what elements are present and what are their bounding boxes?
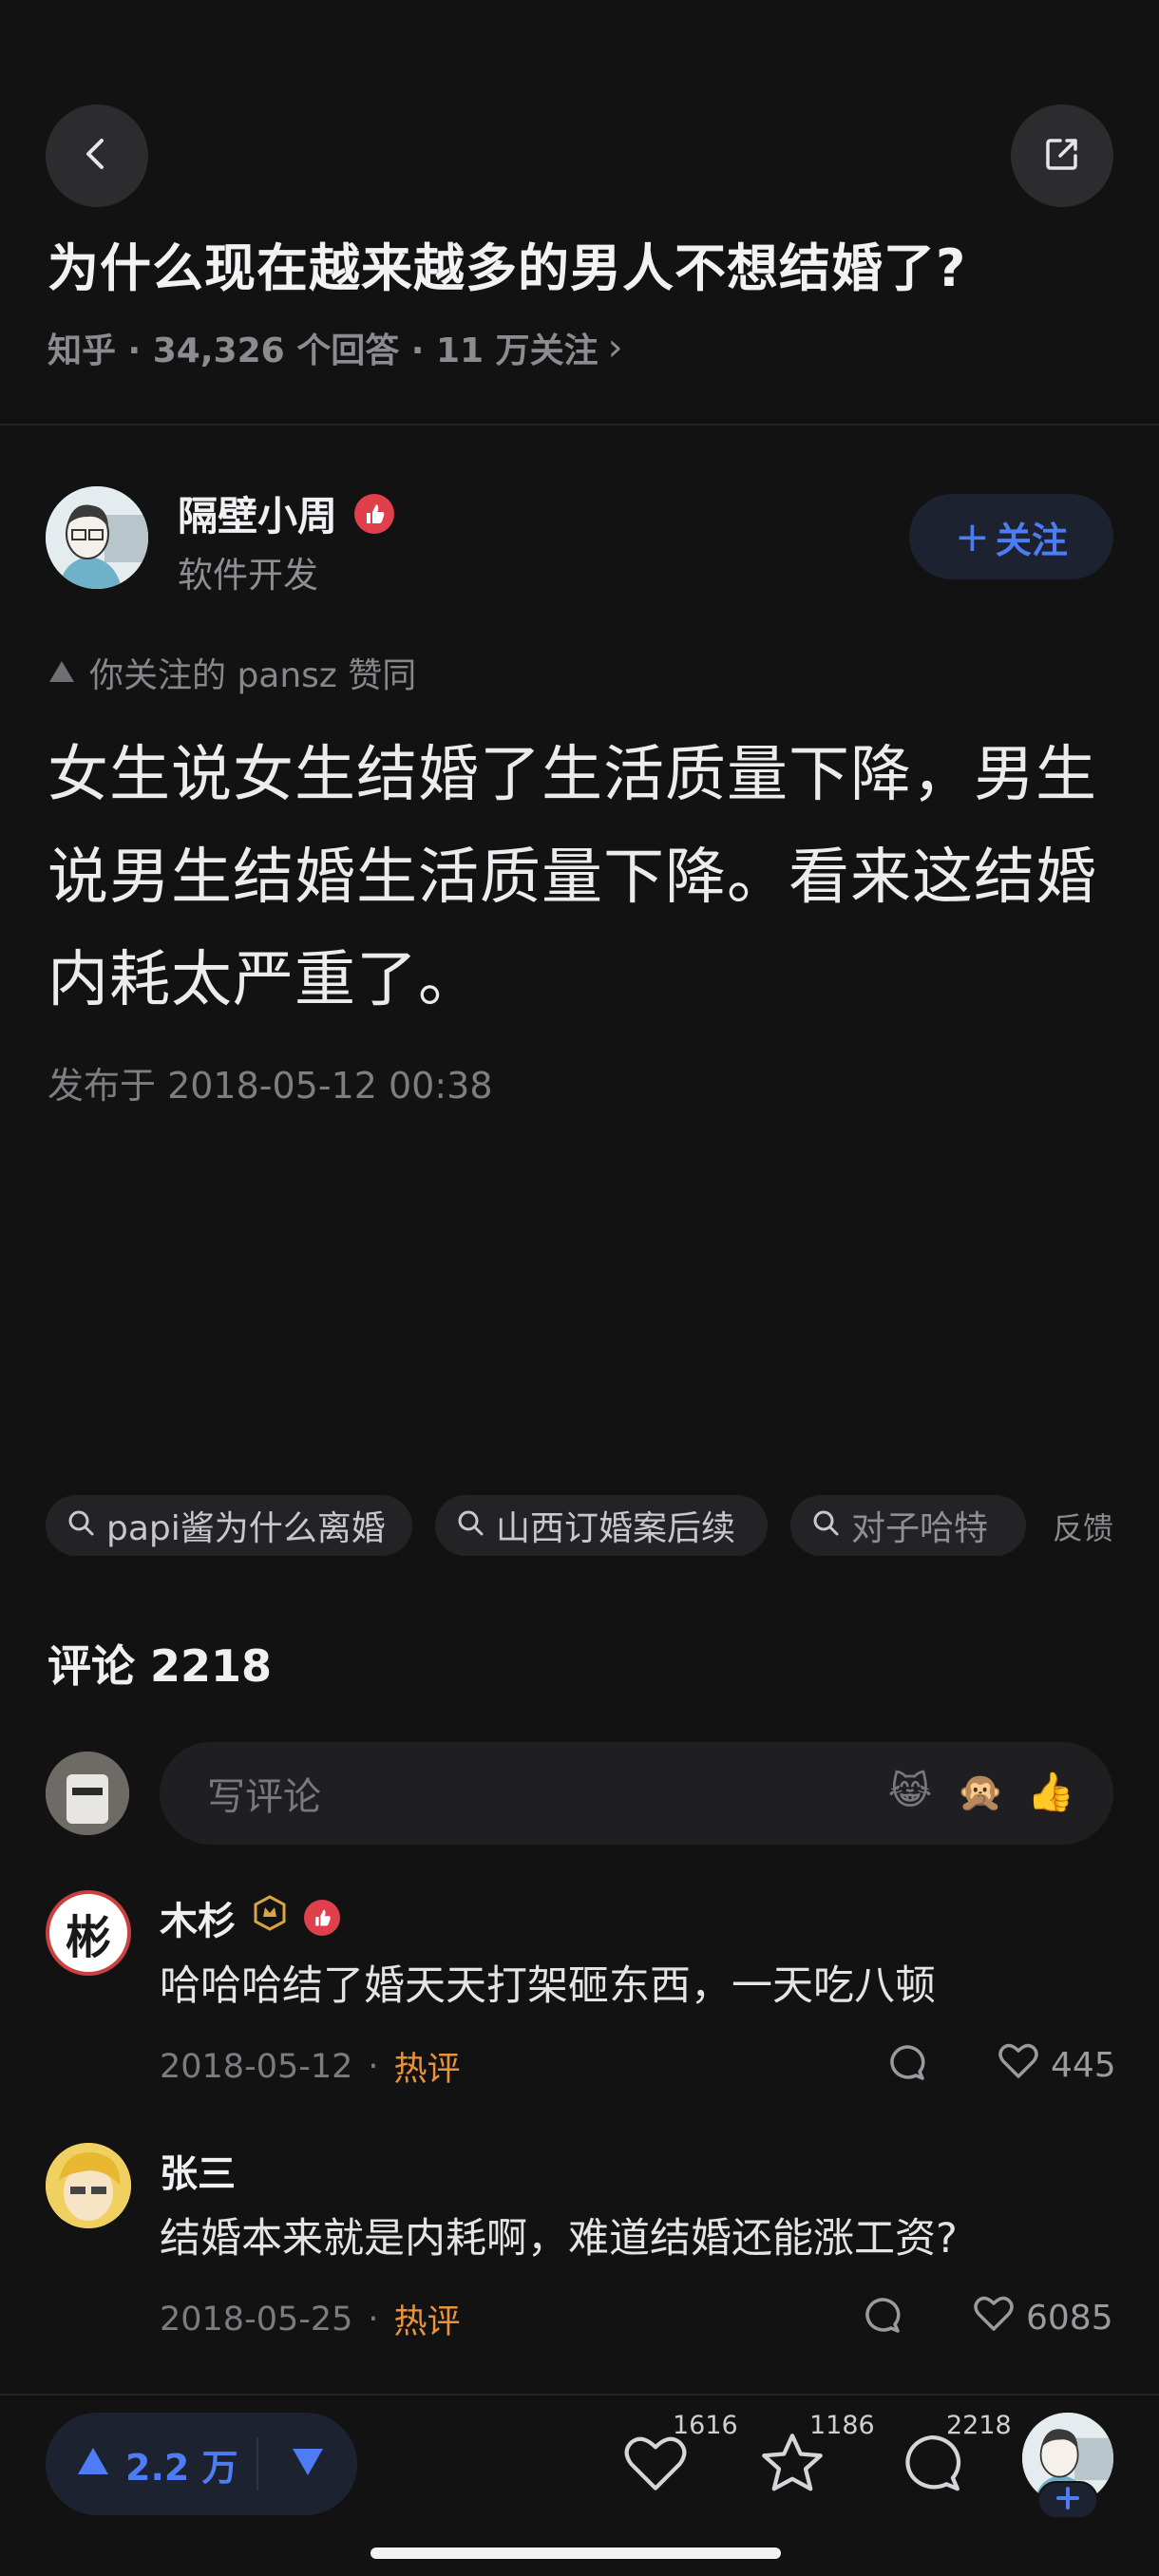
commenter-avatar[interactable]: 彬 — [46, 1890, 131, 1976]
comment-meta: 2018-05-12 · 热评 — [160, 2042, 461, 2091]
comment-like-button[interactable]: 6085 — [973, 2295, 1113, 2341]
commenter-name: 张三 — [160, 2152, 236, 2196]
comment-date: 2018-05-25 — [160, 2300, 353, 2339]
search-icon — [66, 1506, 95, 1545]
author-avatar[interactable] — [46, 486, 148, 589]
star-icon — [758, 2431, 826, 2501]
search-chip-label: papi酱为什么离婚 — [106, 1509, 386, 1548]
like-count: 1616 — [673, 2411, 738, 2440]
hot-comment-tag: 热评 — [393, 2303, 461, 2341]
my-avatar[interactable] — [46, 1752, 129, 1835]
question-meta-text: 知乎 · 34,326 个回答 · 11 万关注 — [48, 331, 598, 370]
heart-icon — [621, 2434, 690, 2498]
comment-date: 2018-05-12 — [160, 2047, 353, 2086]
feedback-link[interactable]: 反馈 — [1053, 1505, 1113, 1548]
author-name-row[interactable]: 隔壁小周 — [178, 484, 395, 542]
hot-comment-tag: 热评 — [393, 2051, 461, 2089]
search-chip-label: 对子哈特 — [851, 1509, 989, 1548]
comments-heading: 评论 2218 — [48, 1640, 273, 1692]
heart-icon — [998, 2042, 1039, 2089]
comment-count: 2218 — [946, 2411, 1012, 2440]
external-share-icon — [1041, 133, 1083, 179]
comment-text: 结婚本来就是内耗啊，难道结婚还能涨工资? — [160, 2215, 958, 2263]
comment-bubble-icon — [885, 2042, 927, 2093]
search-chip[interactable]: 对子哈特 — [790, 1495, 1026, 1556]
meta-separator: · — [368, 2047, 379, 2086]
comment-bubble-icon — [861, 2295, 902, 2345]
search-chip[interactable]: 山西订婚案后续 — [435, 1495, 768, 1556]
comment-bubble-icon — [897, 2430, 965, 2502]
search-chip-label: 山西订婚案后续 — [496, 1509, 736, 1548]
vote-count: 2.2 万 — [125, 2446, 238, 2489]
search-icon — [811, 1506, 840, 1545]
endorsement-row[interactable]: 你关注的 pansz 赞同 — [48, 648, 416, 697]
triangle-up-icon — [48, 653, 76, 692]
cover-mouth-emoji-icon[interactable]: 🙊 — [952, 1763, 1009, 1820]
commenter-name-row[interactable]: 张三 — [160, 2143, 236, 2198]
heart-icon — [973, 2295, 1015, 2341]
commenter-avatar-char: 彬 — [65, 1911, 111, 1964]
thumbs-up-emoji-icon[interactable]: 👍 — [1022, 1763, 1079, 1820]
follow-label: 关注 — [995, 519, 1068, 561]
home-indicator[interactable] — [370, 2548, 781, 2559]
reply-button[interactable] — [861, 2295, 902, 2345]
downvote-button[interactable] — [258, 2447, 357, 2481]
level-badge-icon — [251, 1894, 289, 1941]
reply-button[interactable] — [885, 2042, 927, 2093]
comment-text: 哈哈哈结了婚天天打架砸东西，一天吃八顿 — [160, 1962, 936, 2010]
follow-plus-button[interactable] — [1037, 2481, 1098, 2519]
downvote-triangle-icon — [291, 2447, 325, 2481]
share-button[interactable] — [1011, 104, 1113, 207]
meta-separator: · — [368, 2300, 379, 2339]
search-icon — [456, 1506, 484, 1545]
verified-badge-icon — [304, 1900, 340, 1936]
plus-icon — [1055, 2486, 1080, 2514]
question-title[interactable]: 为什么现在越来越多的男人不想结婚了? — [48, 226, 966, 301]
question-meta[interactable]: 知乎 · 34,326 个回答 · 11 万关注 › — [48, 323, 623, 372]
comment-input[interactable]: 写评论 😹 🙊 👍 — [160, 1742, 1113, 1845]
like-count: 6085 — [1026, 2299, 1113, 2338]
header-divider — [0, 424, 1159, 426]
upvote-button[interactable]: 2.2 万 — [46, 2438, 256, 2491]
commenter-name-row[interactable]: 木杉 — [160, 1890, 340, 1945]
author-name: 隔壁小周 — [178, 493, 338, 540]
search-chip[interactable]: papi酱为什么离婚 — [46, 1495, 412, 1556]
plus-icon: + — [955, 512, 990, 561]
commenter-name: 木杉 — [160, 1900, 236, 1943]
vote-control: 2.2 万 — [46, 2413, 357, 2515]
emoji-shortcuts: 😹 🙊 👍 — [882, 1763, 1079, 1820]
endorsement-text: 你关注的 pansz 赞同 — [89, 656, 417, 695]
comment-input-placeholder: 写评论 — [207, 1775, 321, 1819]
comment-meta: 2018-05-25 · 热评 — [160, 2295, 461, 2343]
laugh-cry-emoji-icon[interactable]: 😹 — [882, 1763, 939, 1820]
upvote-triangle-icon — [76, 2443, 110, 2485]
like-count: 445 — [1051, 2046, 1116, 2085]
follow-button[interactable]: + 关注 — [909, 494, 1113, 579]
chevron-left-icon — [78, 135, 116, 177]
verified-badge-icon — [354, 493, 395, 534]
comment-like-button[interactable]: 445 — [998, 2042, 1116, 2089]
favorite-count: 1186 — [809, 2411, 875, 2440]
chevron-right-icon: › — [607, 326, 623, 369]
publish-time: 发布于 2018-05-12 00:38 — [48, 1065, 493, 1107]
back-button[interactable] — [46, 104, 148, 207]
commenter-avatar[interactable] — [46, 2143, 131, 2228]
answer-body: 女生说女生结婚了生活质量下降，男生说男生结婚生活质量下降。看来这结婚内耗太严重了… — [48, 740, 1097, 1015]
author-occupation: 软件开发 — [178, 555, 318, 596]
